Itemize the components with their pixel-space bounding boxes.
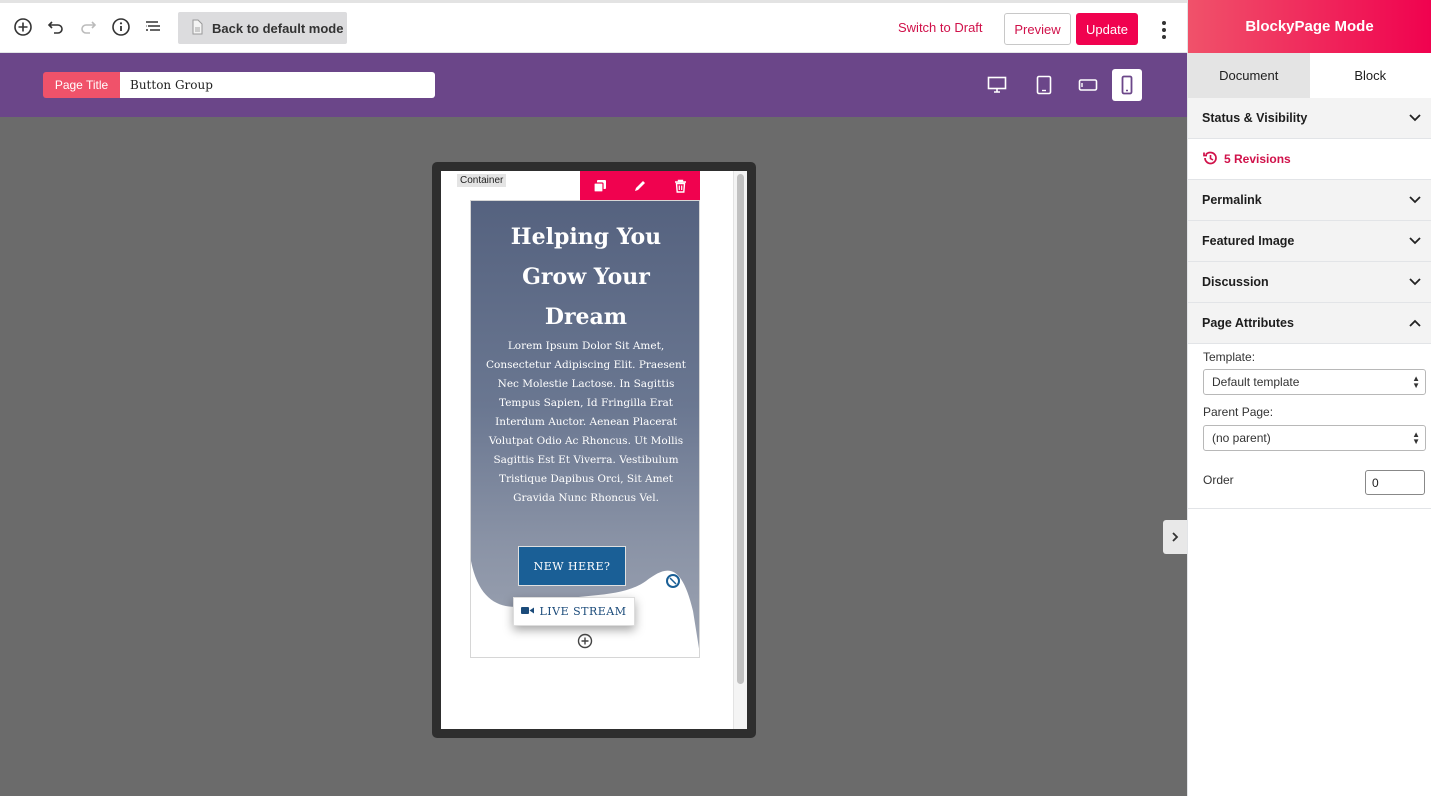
chevron-down-icon (1409, 234, 1421, 248)
panel-revisions[interactable]: 5 Revisions (1188, 139, 1431, 180)
collapse-sidebar-chevron-icon[interactable] (1163, 520, 1187, 554)
live-stream-button[interactable]: LIVE STREAM (513, 597, 635, 626)
editor-canvas: Container Helping You Grow Your Dream Lo… (0, 117, 1187, 796)
preview-scrollbar[interactable] (733, 171, 747, 729)
panel-status-label: Status & Visibility (1202, 111, 1308, 125)
edit-pencil-icon[interactable] (628, 174, 652, 198)
back-to-default-label: Back to default mode (212, 20, 344, 36)
redo-icon[interactable] (76, 15, 100, 39)
template-label: Template: (1203, 350, 1256, 364)
select-arrows-icon: ▲ ▼ (1412, 374, 1420, 390)
add-block-inline-icon[interactable] (577, 633, 593, 649)
chevron-down-icon (1409, 275, 1421, 289)
page-title-bar: Page Title (0, 53, 1187, 117)
tab-block[interactable]: Block (1310, 53, 1431, 98)
mobile-preview-icon[interactable] (1112, 69, 1142, 101)
container-label: Container (457, 174, 507, 187)
more-options-icon[interactable] (1156, 17, 1172, 43)
blocky-logo-icon (190, 19, 204, 38)
settings-sidebar: BlockyPage Mode Document Block Status & … (1187, 0, 1431, 796)
sidebar-header: BlockyPage Mode (1188, 0, 1431, 53)
video-camera-icon (521, 605, 535, 618)
page-attributes-body: Template: Default template ▲ ▼ Parent Pag… (1188, 344, 1431, 509)
panel-permalink[interactable]: Permalink (1188, 180, 1431, 221)
tablet-landscape-preview-icon[interactable] (1073, 69, 1103, 101)
preview-button[interactable]: Preview (1004, 13, 1071, 45)
mobile-device-frame: Container Helping You Grow Your Dream Lo… (432, 162, 756, 738)
block-toolbar (580, 171, 700, 200)
sidebar-tabs: Document Block (1188, 53, 1431, 98)
chevron-down-icon (1409, 193, 1421, 207)
new-here-button[interactable]: NEW HERE? (518, 546, 626, 586)
chevron-down-icon (1409, 111, 1421, 125)
undo-icon[interactable] (44, 15, 68, 39)
trash-icon[interactable] (668, 174, 692, 198)
switch-to-draft-link[interactable]: Switch to Draft (898, 20, 983, 35)
top-toolbar: Back to default mode Switch to Draft Pre… (0, 0, 1187, 53)
outline-list-icon[interactable] (141, 15, 165, 39)
tablet-preview-icon[interactable] (1029, 69, 1059, 101)
desktop-preview-icon[interactable] (982, 69, 1012, 101)
chevron-up-icon (1409, 316, 1421, 330)
parent-page-label: Parent Page: (1203, 405, 1274, 419)
panel-page-attributes[interactable]: Page Attributes (1188, 303, 1431, 344)
revisions-history-icon (1202, 150, 1218, 169)
add-block-icon[interactable] (11, 15, 35, 39)
page-title-input[interactable] (120, 72, 435, 98)
template-select-value: Default template (1212, 375, 1300, 389)
select-arrows-icon: ▲ ▼ (1412, 430, 1420, 446)
order-label: Order (1203, 473, 1234, 487)
live-stream-label: LIVE STREAM (539, 605, 627, 618)
parent-select-value: (no parent) (1212, 431, 1271, 445)
revisions-label: 5 Revisions (1224, 152, 1291, 166)
page-title-label: Page Title (43, 72, 120, 98)
template-select[interactable]: Default template ▲ ▼ (1203, 369, 1426, 395)
panel-featured-label: Featured Image (1202, 234, 1295, 248)
info-icon[interactable] (109, 15, 133, 39)
hero-body-text[interactable]: Lorem Ipsum Dolor Sit Amet, Consectetur … (485, 337, 687, 508)
hero-container-block[interactable]: Helping You Grow Your Dream Lorem Ipsum … (470, 200, 700, 658)
update-button[interactable]: Update (1076, 13, 1138, 45)
resize-handle-icon[interactable] (666, 574, 680, 588)
panel-status-visibility[interactable]: Status & Visibility (1188, 98, 1431, 139)
panel-featured-image[interactable]: Featured Image (1188, 221, 1431, 262)
panel-discussion[interactable]: Discussion (1188, 262, 1431, 303)
back-to-default-button[interactable]: Back to default mode (178, 12, 347, 44)
panel-discussion-label: Discussion (1202, 275, 1269, 289)
panel-attributes-label: Page Attributes (1202, 316, 1294, 330)
duplicate-icon[interactable] (588, 174, 612, 198)
mobile-screen: Container Helping You Grow Your Dream Lo… (441, 171, 747, 729)
revisions-link[interactable]: 5 Revisions (1202, 150, 1291, 169)
parent-page-select[interactable]: (no parent) ▲ ▼ (1203, 425, 1426, 451)
tab-document[interactable]: Document (1188, 53, 1310, 98)
hero-title[interactable]: Helping You Grow Your Dream (481, 217, 691, 337)
order-input[interactable]: 0 (1365, 470, 1425, 495)
panel-permalink-label: Permalink (1202, 193, 1262, 207)
